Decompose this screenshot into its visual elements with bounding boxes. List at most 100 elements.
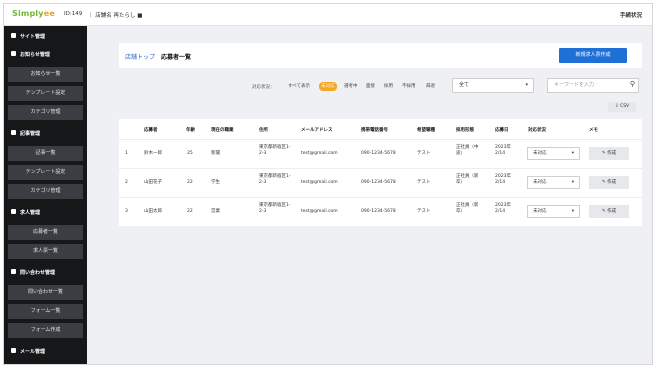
applicant-name[interactable]: 鈴木一郎: [144, 151, 162, 157]
column-header: 携帯電話番号: [361, 128, 388, 133]
sidebar-item-article-list[interactable]: 記事一覧: [8, 146, 83, 161]
applicant-phone: 090-1234-5678: [361, 151, 396, 156]
filter-chip-rejected[interactable]: 不採用: [400, 82, 418, 91]
column-header: 現在の職業: [211, 128, 234, 133]
chevron-down-icon: ▾: [571, 209, 574, 214]
row-number: 2: [125, 180, 128, 185]
column-header: 採用形態: [456, 128, 474, 133]
applicant-job: 営業: [211, 209, 220, 214]
memo-create-button[interactable]: ✎ 作成: [589, 205, 629, 218]
sidebar-section-label: 記事管理: [20, 131, 41, 137]
filter-chip-interview[interactable]: 面接: [364, 82, 377, 91]
sidebar-item-article-category[interactable]: カテゴリ管理: [8, 184, 83, 199]
pencil-icon: ✎: [601, 180, 606, 185]
column-header: 年齢: [186, 128, 195, 133]
search-icon[interactable]: ⚲: [630, 78, 635, 91]
filter-chip-all[interactable]: すべて表示: [286, 82, 312, 91]
filter-chip-hired[interactable]: 採用: [382, 82, 395, 91]
sidebar-section-label: 問い合わせ管理: [20, 270, 56, 276]
sidebar-item-news-list[interactable]: お知らせ一覧: [8, 67, 83, 82]
download-icon: ⇩: [614, 104, 619, 109]
column-header: 応募日: [495, 128, 509, 133]
status-value: 未対応: [533, 151, 547, 156]
sidebar-item-article-template[interactable]: テンプレート設定: [8, 165, 83, 180]
account-id: ID:149: [64, 11, 83, 17]
status-filter-select[interactable]: 全て ▾: [452, 78, 534, 93]
mail-icon: [11, 269, 16, 274]
table-row[interactable]: 3 山田太郎 22 営業 東京都新宿区1-2-3 test@gmail.com …: [119, 197, 642, 226]
sidebar-item-news-template[interactable]: テンプレート設定: [8, 86, 83, 101]
briefcase-icon: [11, 209, 16, 214]
logo-text: Simply: [12, 9, 44, 18]
applicant-name[interactable]: 山田太郎: [144, 209, 162, 215]
row-number: 3: [125, 209, 128, 214]
sidebar: サイト管理 お知らせ管理 お知らせ一覧 テンプレート設定 カテゴリ管理 記事管理…: [4, 26, 87, 364]
sidebar-item-form-list[interactable]: フォーム一覧: [8, 304, 83, 319]
filter-chip-screening[interactable]: 選考中: [342, 82, 360, 91]
bell-icon: [11, 51, 16, 56]
table-row[interactable]: 2 山田花子 22 学生 東京都新宿区1-2-3 test@gmail.com …: [119, 168, 642, 197]
memo-label: 作成: [607, 151, 617, 156]
mail-icon: [11, 348, 16, 353]
chevron-down-icon: ▾: [525, 82, 528, 88]
sidebar-item-job-postings[interactable]: 求人票一覧: [8, 244, 83, 259]
sidebar-item-inquiry-list[interactable]: 問い合わせ一覧: [8, 285, 83, 300]
sidebar-section-label: 求人管理: [20, 210, 41, 216]
filter-label: 対応状況：: [252, 85, 275, 90]
sidebar-section-label: お知らせ管理: [20, 52, 50, 58]
applicant-name[interactable]: 山田花子: [144, 180, 162, 186]
sidebar-item-applicants[interactable]: 応募者一覧: [8, 225, 83, 240]
status-select[interactable]: 未対応 ▾: [527, 176, 580, 189]
select-value: 全て: [459, 82, 470, 88]
column-header: メールアドレス: [301, 128, 333, 133]
store-name: ｜ 店舗名 再たらし ■: [88, 13, 143, 19]
memo-create-button[interactable]: ✎ 作成: [589, 147, 629, 160]
applicant-email: test@gmail.com: [301, 180, 338, 185]
column-header: 応募者: [144, 128, 158, 133]
memo-label: 作成: [607, 180, 617, 185]
column-header: 住所: [259, 128, 268, 133]
applicant-email: test@gmail.com: [301, 151, 338, 156]
filter-chip-declined[interactable]: 辞退: [424, 82, 437, 91]
applicant-job: 学生: [211, 180, 220, 185]
applicant-age: 22: [187, 180, 193, 185]
page-title: 応募者一覧: [161, 54, 192, 61]
sidebar-item-form-create[interactable]: フォーム作成: [8, 323, 83, 338]
status-select[interactable]: 未対応 ▾: [527, 205, 580, 218]
new-job-button[interactable]: 新規求人票作成: [559, 48, 627, 63]
pencil-icon: ✎: [601, 151, 606, 156]
employment-type: 正社員（中途）: [456, 145, 479, 156]
breadcrumb-link[interactable]: 店舗トップ: [125, 52, 155, 61]
applicant-desired-job: テスト: [417, 180, 431, 185]
chevron-down-icon: ▾: [571, 180, 574, 185]
applicant-job: 新聞: [211, 151, 220, 156]
chevron-down-icon: ▾: [571, 151, 574, 156]
csv-label: CSV: [620, 104, 630, 109]
table-row[interactable]: 1 鈴木一郎 25 新聞 東京都新宿区1-2-3 test@gmail.com …: [119, 139, 642, 168]
employment-type: 正社員（新卒）: [456, 203, 479, 214]
pencil-icon: ✎: [601, 209, 606, 214]
procedure-status-link[interactable]: 手続状況: [620, 11, 642, 19]
column-header: 希望職種: [417, 128, 435, 133]
sidebar-item-news-category[interactable]: カテゴリ管理: [8, 105, 83, 120]
applicant-phone: 090-1234-5678: [361, 209, 396, 214]
column-header: 対応状況: [528, 128, 546, 133]
sidebar-section-news[interactable]: お知らせ管理: [4, 46, 87, 62]
sidebar-section-mail[interactable]: メール管理: [4, 343, 87, 359]
applicant-phone: 090-1234-5678: [361, 180, 396, 185]
csv-download-button[interactable]: ⇩ CSV: [608, 102, 636, 112]
applied-date: 2023年2/14: [495, 174, 511, 185]
memo-create-button[interactable]: ✎ 作成: [589, 176, 629, 189]
applicant-address: 東京都新宿区1-2-3: [259, 145, 291, 156]
logo[interactable]: Simplyee: [12, 9, 55, 18]
sidebar-section-site[interactable]: サイト管理: [4, 28, 87, 44]
sidebar-section-articles[interactable]: 記事管理: [4, 125, 87, 141]
applicant-address: 東京都新宿区1-2-3: [259, 174, 291, 185]
memo-label: 作成: [607, 209, 617, 214]
search-input[interactable]: キーワードを入力 ⚲: [547, 78, 639, 93]
filter-chip-unhandled[interactable]: 未対応: [319, 82, 337, 91]
status-select[interactable]: 未対応 ▾: [527, 147, 580, 160]
applicant-address: 東京都新宿区1-2-3: [259, 203, 291, 214]
sidebar-section-inquiries[interactable]: 問い合わせ管理: [4, 264, 87, 280]
sidebar-section-jobs[interactable]: 求人管理: [4, 204, 87, 220]
